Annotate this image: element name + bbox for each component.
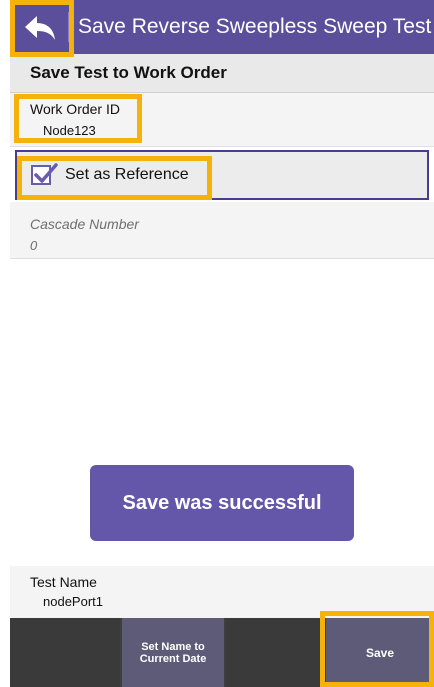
test-name-field[interactable]: Test Name nodePort1	[10, 566, 434, 618]
reference-checkbox[interactable]	[31, 163, 58, 185]
save-test-screen: Save Reverse Sweepless Sweep Test Save T…	[10, 0, 434, 687]
success-toast: Save was successful	[90, 465, 354, 541]
cascade-number-value: 0	[30, 238, 38, 253]
empty-action-slot	[10, 618, 120, 687]
title-divider	[68, 12, 69, 42]
test-name-label: Test Name	[30, 574, 97, 590]
back-arrow-icon	[25, 16, 55, 40]
page-title: Save Reverse Sweepless Sweep Test	[78, 15, 432, 38]
work-order-label: Work Order ID	[30, 101, 120, 117]
set-name-to-current-date-button[interactable]: Set Name to Current Date	[122, 618, 224, 687]
section-title: Save Test to Work Order	[30, 63, 227, 82]
back-button[interactable]	[12, 4, 68, 52]
reference-label: Set as Reference	[65, 166, 189, 183]
section-header: Save Test to Work Order	[10, 54, 434, 93]
checkmark-icon	[34, 163, 58, 183]
bottom-action-bar: Set Name to Current Date Save	[10, 618, 434, 687]
save-button-label: Save	[365, 645, 395, 660]
set-name-date-label: Set Name to Current Date	[139, 640, 207, 665]
cascade-number-field: Cascade Number 0	[10, 202, 434, 259]
empty-action-slot	[226, 618, 326, 687]
work-order-value: Node123	[43, 123, 96, 138]
work-order-field[interactable]: Work Order ID Node123	[10, 93, 434, 147]
set-as-reference-row[interactable]: Set as Reference	[15, 150, 429, 200]
cascade-number-label: Cascade Number	[30, 216, 139, 232]
save-button[interactable]: Save	[326, 618, 434, 687]
title-bar: Save Reverse Sweepless Sweep Test	[10, 0, 434, 54]
test-name-value: nodePort1	[43, 594, 103, 609]
